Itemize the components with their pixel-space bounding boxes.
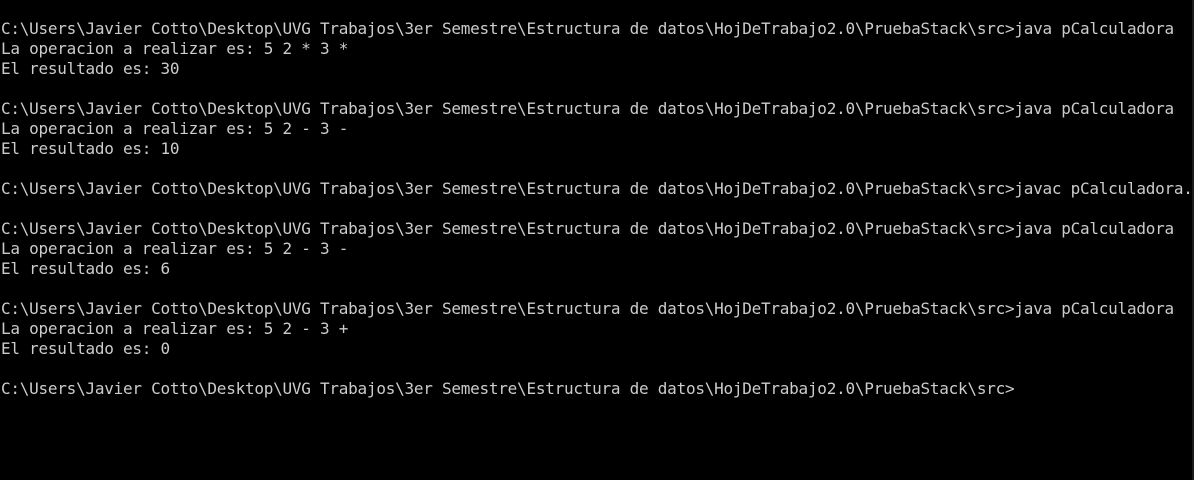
output-result-line: El resultado es: 30 — [1, 59, 180, 78]
output-operation-line: La operacion a realizar es: 5 2 - 3 + — [1, 319, 349, 338]
command-prompt-line: C:\Users\Javier Cotto\Desktop\UVG Trabaj… — [1, 19, 1174, 38]
output-operation-line: La operacion a realizar es: 5 2 * 3 * — [1, 39, 349, 58]
terminal-window[interactable]: C:\Users\Javier Cotto\Desktop\UVG Trabaj… — [0, 0, 1194, 480]
output-result-line: El resultado es: 0 — [1, 339, 170, 358]
output-operation-line: La operacion a realizar es: 5 2 - 3 - — [1, 239, 349, 258]
output-result-line: El resultado es: 10 — [1, 139, 180, 158]
command-prompt-line: C:\Users\Javier Cotto\Desktop\UVG Trabaj… — [1, 219, 1174, 238]
command-prompt-line: C:\Users\Javier Cotto\Desktop\UVG Trabaj… — [1, 99, 1174, 118]
command-prompt-line: C:\Users\Javier Cotto\Desktop\UVG Trabaj… — [1, 179, 1194, 198]
active-prompt-line[interactable]: C:\Users\Javier Cotto\Desktop\UVG Trabaj… — [1, 379, 1194, 399]
output-result-line: El resultado es: 6 — [1, 259, 170, 278]
command-prompt-line: C:\Users\Javier Cotto\Desktop\UVG Trabaj… — [1, 299, 1174, 318]
output-operation-line: La operacion a realizar es: 5 2 - 3 - — [1, 119, 349, 138]
active-prompt-text: C:\Users\Javier Cotto\Desktop\UVG Trabaj… — [1, 379, 1015, 398]
